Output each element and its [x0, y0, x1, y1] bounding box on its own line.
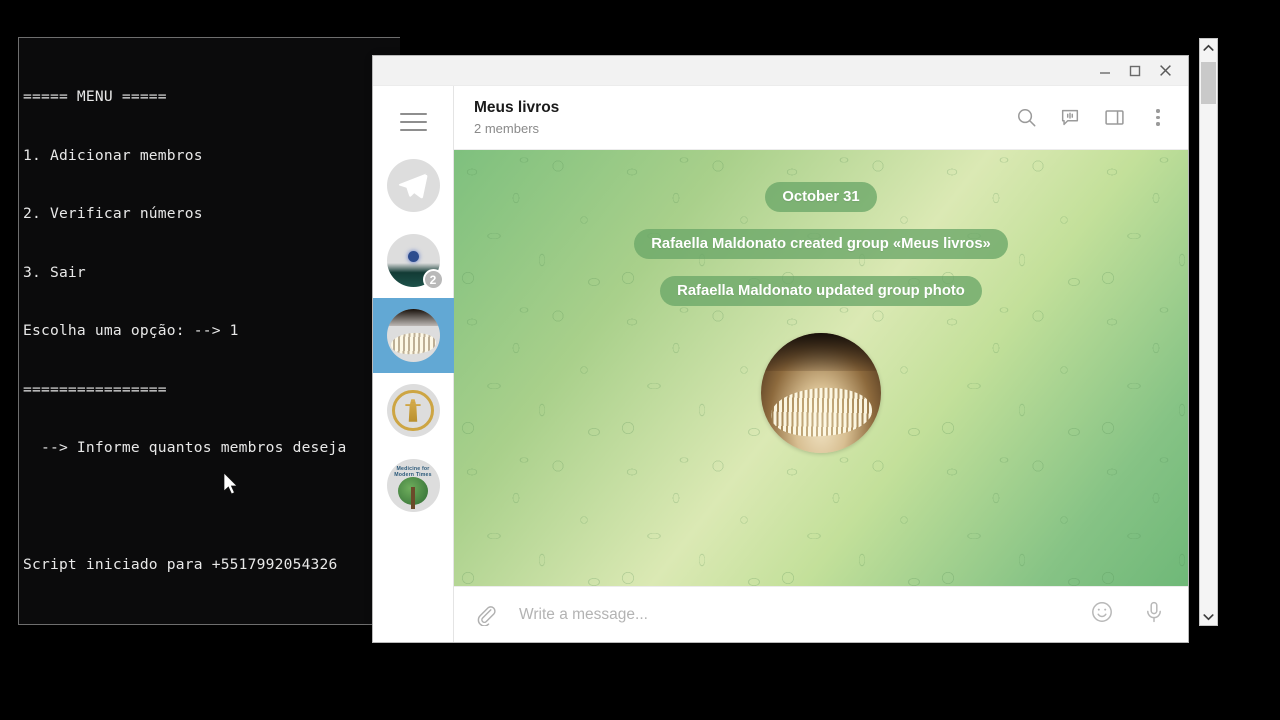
gold-scales-avatar	[386, 384, 440, 437]
more-options-icon[interactable]	[1146, 109, 1170, 126]
service-message-created: Rafaella Maldonato created group «Meus l…	[634, 229, 1008, 259]
unread-badge: 2	[422, 269, 444, 290]
terminal-line: 3. Sair	[23, 263, 86, 281]
chat-title-block[interactable]: Meus livros 2 members	[474, 98, 1014, 138]
mouse-cursor	[223, 472, 240, 497]
terminal-line: Escolha uma opção: --> 1	[23, 322, 239, 339]
message-list[interactable]: October 31 Rafaella Maldonato created gr…	[454, 150, 1188, 586]
hamburger-menu-button[interactable]	[373, 96, 454, 148]
terminal-window[interactable]: ===== MENU ===== 1. Adicionar membros 2.…	[18, 37, 400, 625]
chat-title: Meus livros	[474, 98, 560, 116]
tree-logo-avatar: Medicine for Modern Times	[386, 459, 440, 512]
open-books-avatar	[386, 309, 440, 362]
smiley-icon[interactable]	[1090, 600, 1114, 629]
messages-container: October 31 Rafaella Maldonato created gr…	[454, 150, 1188, 586]
maximize-button[interactable]	[1120, 58, 1150, 84]
date-separator: October 31	[765, 182, 877, 212]
hamburger-icon	[399, 113, 427, 131]
panel-toggle-icon[interactable]	[1102, 106, 1126, 130]
chat-column: Meus livros 2 members October 31 Rafaell…	[454, 86, 1188, 642]
microphone-icon[interactable]	[1142, 600, 1166, 629]
terminal-line: 2. Verificar números	[23, 205, 203, 222]
sidebar-account-medicine[interactable]: Medicine for Modern Times	[373, 448, 454, 523]
search-icon[interactable]	[1014, 106, 1038, 130]
group-photo-message[interactable]	[761, 333, 881, 453]
telegram-window: 2 Medicine for Modern Times Meus livros …	[373, 56, 1188, 642]
chat-header-actions	[1014, 106, 1170, 130]
chat-subtitle: 2 members	[474, 120, 540, 136]
message-input[interactable]: Write a message...	[513, 606, 1074, 624]
sidebar-account-telegram[interactable]	[373, 148, 454, 223]
scroll-down-button[interactable]	[1200, 608, 1217, 625]
scroll-up-button[interactable]	[1200, 39, 1217, 56]
terminal-line: --> Informe quantos membros deseja	[23, 439, 347, 456]
chat-header: Meus livros 2 members	[454, 86, 1188, 150]
sidebar-account-meus-livros[interactable]	[373, 298, 454, 373]
voice-chat-icon[interactable]	[1058, 106, 1082, 130]
message-composer: Write a message...	[454, 586, 1188, 642]
screen-root: ===== MENU ===== 1. Adicionar membros 2.…	[0, 0, 1280, 720]
telegram-logo-icon	[386, 159, 440, 212]
paperclip-icon[interactable]	[474, 603, 497, 626]
terminal-output: ===== MENU ===== 1. Adicionar membros 2.…	[19, 38, 400, 625]
terminal-line: ================	[23, 380, 167, 398]
sidebar-account-dark-photo[interactable]: 2	[373, 223, 454, 298]
scroll-track[interactable]	[1200, 56, 1217, 608]
close-button[interactable]	[1150, 58, 1180, 84]
terminal-line: 1. Adicionar membros	[23, 146, 203, 164]
composer-actions	[1090, 600, 1166, 629]
accounts-sidebar: 2 Medicine for Modern Times	[373, 86, 454, 642]
minimize-button[interactable]	[1090, 58, 1120, 84]
service-message-photo: Rafaella Maldonato updated group photo	[660, 276, 982, 306]
window-titlebar[interactable]	[373, 56, 1188, 86]
window-body: 2 Medicine for Modern Times Meus livros …	[373, 86, 1188, 642]
scroll-thumb[interactable]	[1201, 62, 1216, 104]
sidebar-account-law[interactable]	[373, 373, 454, 448]
terminal-line: ===== MENU =====	[23, 88, 167, 105]
page-scrollbar[interactable]	[1199, 38, 1218, 626]
terminal-line: Script iniciado para +5517992054326	[23, 556, 338, 573]
